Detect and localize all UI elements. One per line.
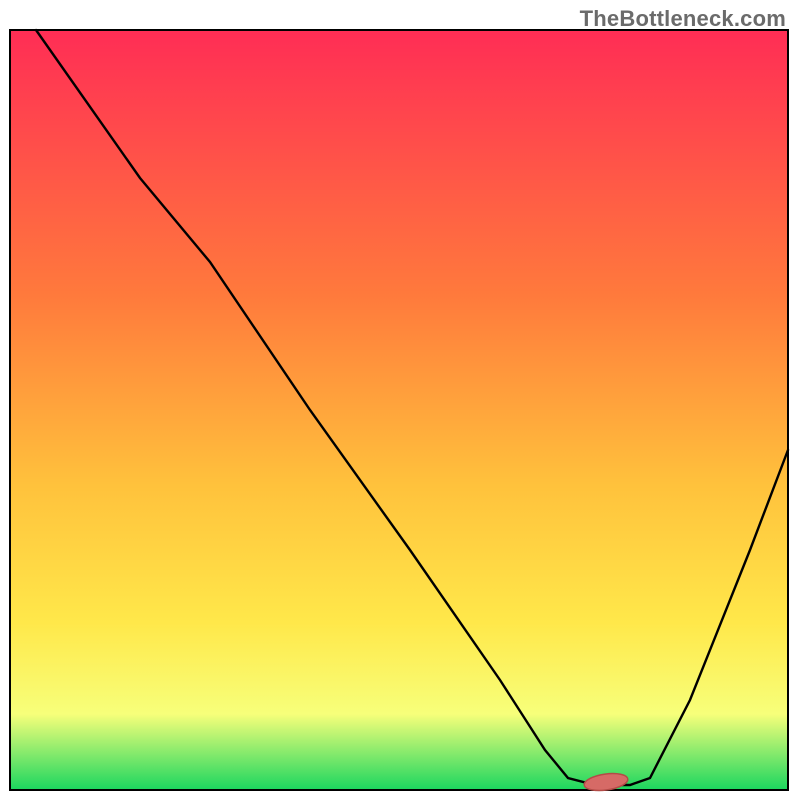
plot-background [10, 30, 788, 790]
bottleneck-chart [0, 0, 800, 800]
chart-container: { "watermark": "TheBottleneck.com", "col… [0, 0, 800, 800]
